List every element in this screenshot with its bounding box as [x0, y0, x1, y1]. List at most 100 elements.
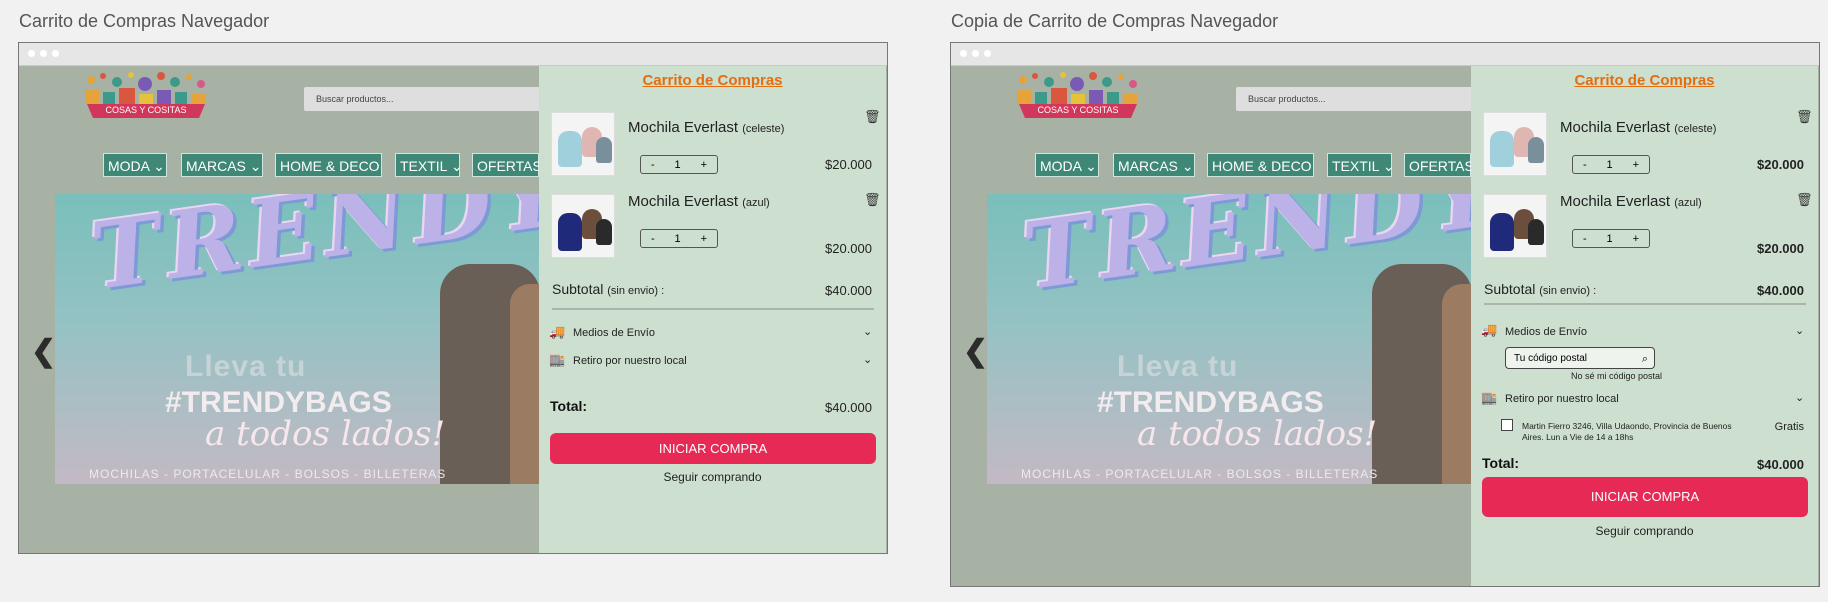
browser-window: COSAS Y COSITAS Buscar productos... MODA… [18, 42, 888, 554]
cart-panel: Carrito de Compras Mochila Everlast (cel… [539, 66, 886, 553]
increment-button[interactable]: + [1633, 159, 1639, 171]
logo[interactable]: COSAS Y COSITAS [1003, 70, 1153, 126]
item-name: Mochila Everlast (celeste) [628, 119, 785, 136]
quantity-value[interactable]: 1 [1607, 233, 1613, 245]
banner-line3: a todos lados! [205, 414, 446, 454]
store-page: COSAS Y COSITAS Buscar productos... MODA… [951, 66, 1476, 586]
trash-icon[interactable]: 🗑 [864, 109, 881, 125]
nav-marcas[interactable]: MARCAS ⌄ [181, 153, 263, 177]
subtotal-label: Subtotal (sin envio) : [552, 281, 665, 297]
continue-shopping-link[interactable]: Seguir comprando [1471, 524, 1818, 538]
pickup-option[interactable]: Retiro por nuestro local [573, 355, 687, 367]
chevron-down-icon: ⌄ [1085, 158, 1097, 174]
chevron-down-icon[interactable]: ⌄ [1795, 324, 1804, 337]
increment-button[interactable]: + [701, 233, 707, 245]
nav-label: HOME & DECO [1212, 158, 1312, 174]
item-name: Mochila Everlast (azul) [1560, 193, 1702, 210]
item-price: $20.000 [1757, 241, 1804, 256]
shipping-option[interactable]: Medios de Envío [1505, 326, 1587, 338]
chevron-down-icon: ⌄ [1181, 158, 1194, 174]
continue-shopping-link[interactable]: Seguir comprando [539, 470, 886, 484]
pickup-option[interactable]: Retiro por nuestro local [1505, 393, 1619, 405]
decrement-button[interactable]: - [651, 233, 655, 245]
nav-label: MARCAS [1118, 158, 1178, 174]
nav-moda[interactable]: MODA ⌄ [1035, 153, 1099, 177]
nav-moda[interactable]: MODA ⌄ [103, 153, 167, 177]
cart-panel: Carrito de Compras Mochila Everlast (cel… [1471, 66, 1818, 586]
window-dot[interactable] [52, 50, 59, 57]
logo-text: COSAS Y COSITAS [105, 105, 187, 115]
truck-icon: 🚚 [1481, 322, 1498, 337]
trash-icon[interactable]: 🗑 [1796, 109, 1813, 125]
divider [552, 308, 874, 310]
hero-banner[interactable]: TRENDY Lleva tu #TRENDYBAGS a todos lado… [55, 194, 539, 484]
window-dot[interactable] [40, 50, 47, 57]
quantity-stepper[interactable]: - 1 + [1572, 155, 1650, 174]
nav-marcas[interactable]: MARCAS ⌄ [1113, 153, 1195, 177]
cart-title[interactable]: Carrito de Compras [539, 72, 886, 89]
window-dot[interactable] [28, 50, 35, 57]
shipping-option[interactable]: Medios de Envío [573, 327, 655, 339]
decrement-button[interactable]: - [651, 159, 655, 171]
chevron-left-icon[interactable]: ❮ [963, 334, 988, 369]
trash-icon[interactable]: 🗑 [1796, 192, 1813, 208]
banner-line1: Lleva tu [1117, 350, 1239, 383]
quantity-value[interactable]: 1 [675, 233, 681, 245]
divider [1484, 303, 1806, 305]
search-icon[interactable]: ⌕ [1642, 348, 1648, 370]
total-label: Total: [550, 398, 588, 414]
chevron-down-icon: ⌄ [153, 158, 165, 174]
decrement-button[interactable]: - [1583, 159, 1587, 171]
increment-button[interactable]: + [701, 159, 707, 171]
nav-textil[interactable]: TEXTIL ⌄ [1327, 153, 1395, 177]
total-label: Total: [1482, 455, 1520, 471]
total-value: $40.000 [1757, 457, 1804, 472]
logo[interactable]: COSAS Y COSITAS [71, 70, 221, 126]
increment-button[interactable]: + [1633, 233, 1639, 245]
pickup-address: Martin Fierro 3246, Villa Udaondo, Provi… [1522, 421, 1732, 442]
item-name: Mochila Everlast (azul) [628, 193, 770, 210]
store-icon: 🏬 [1481, 390, 1498, 405]
nav-label: OFERTAS [477, 158, 542, 174]
checkout-button[interactable]: INICIAR COMPRA [1482, 477, 1808, 517]
chevron-down-icon: ⌄ [1382, 158, 1395, 174]
search-input[interactable]: Buscar productos... [304, 87, 544, 111]
backpack-image [1442, 284, 1471, 484]
trash-icon[interactable]: 🗑 [864, 192, 881, 208]
nav-home-deco[interactable]: HOME & DECO [1207, 153, 1314, 177]
search-input[interactable]: Buscar productos... [1236, 87, 1476, 111]
banner-line1: Lleva tu [185, 350, 307, 383]
frame-title: Carrito de Compras Navegador [19, 11, 270, 31]
item-name: Mochila Everlast (celeste) [1560, 119, 1717, 136]
nav-ofertas[interactable]: OFERTAS [472, 153, 542, 177]
chevron-down-icon[interactable]: ⌄ [1795, 391, 1804, 404]
postal-help-link[interactable]: No sé mi código postal [1571, 371, 1662, 381]
cart-title[interactable]: Carrito de Compras [1471, 72, 1818, 89]
hero-banner[interactable]: TRENDY Lleva tu #TRENDYBAGS a todos lado… [987, 194, 1471, 484]
quantity-stepper[interactable]: - 1 + [640, 155, 718, 174]
window-dot[interactable] [960, 50, 967, 57]
window-dot[interactable] [972, 50, 979, 57]
chevron-down-icon: ⌄ [450, 158, 463, 174]
decrement-button[interactable]: - [1583, 233, 1587, 245]
subtotal-value: $40.000 [1757, 283, 1804, 298]
nav-label: TEXTIL [400, 158, 447, 174]
quantity-stepper[interactable]: - 1 + [640, 229, 718, 248]
chevron-down-icon[interactable]: ⌄ [863, 353, 872, 366]
pickup-checkbox[interactable] [1501, 419, 1513, 431]
nav-label: MODA [1040, 158, 1082, 174]
chevron-down-icon: ⌄ [249, 158, 262, 174]
quantity-value[interactable]: 1 [1607, 159, 1613, 171]
chevron-left-icon[interactable]: ❮ [31, 334, 56, 369]
total-value: $40.000 [825, 400, 872, 415]
quantity-stepper[interactable]: - 1 + [1572, 229, 1650, 248]
postal-code-input[interactable]: Tu código postal ⌕ [1505, 347, 1655, 369]
window-dot[interactable] [984, 50, 991, 57]
item-price: $20.000 [825, 241, 872, 256]
nav-textil[interactable]: TEXTIL ⌄ [395, 153, 463, 177]
checkout-button[interactable]: INICIAR COMPRA [550, 433, 876, 464]
chevron-down-icon[interactable]: ⌄ [863, 325, 872, 338]
nav-ofertas[interactable]: OFERTAS [1404, 153, 1474, 177]
nav-home-deco[interactable]: HOME & DECO [275, 153, 382, 177]
quantity-value[interactable]: 1 [675, 159, 681, 171]
